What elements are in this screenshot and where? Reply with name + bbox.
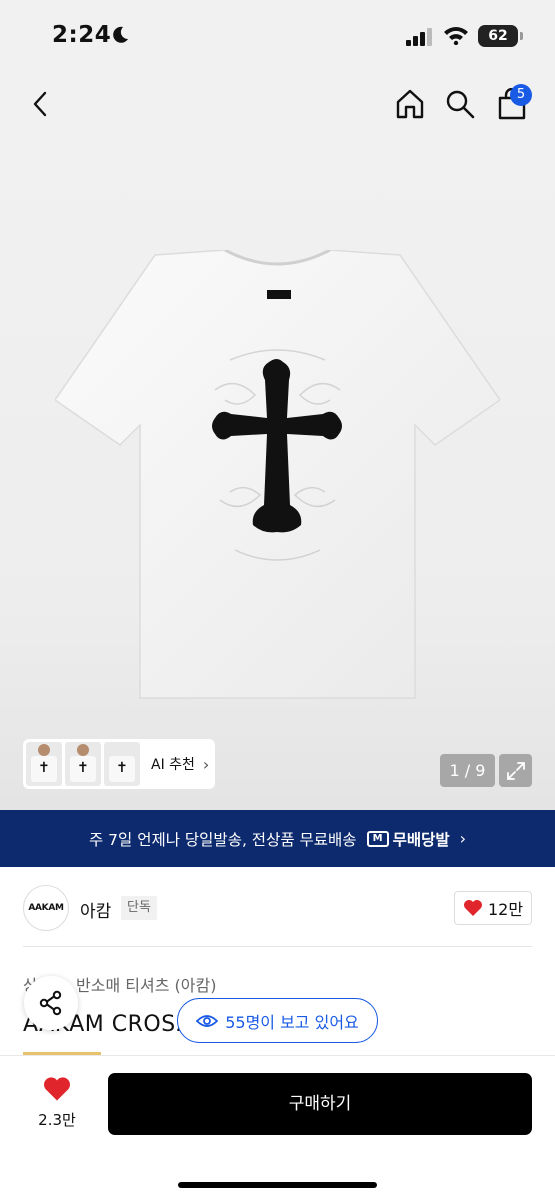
brand-like-count: 12만 <box>487 900 524 919</box>
back-button[interactable] <box>20 84 60 124</box>
moon-icon <box>113 26 128 43</box>
chevron-right-icon: › <box>202 754 210 774</box>
related-thumbnails[interactable]: ✝ ✝ ✝ AI 추천 › <box>23 739 215 789</box>
thumb-cross-icon: ✝ <box>77 760 89 776</box>
heart-icon <box>44 1077 70 1101</box>
shipping-banner[interactable]: 주 7일 언제나 당일발송, 전상품 무료배송 M 무배당발 › <box>0 810 555 867</box>
search-icon <box>446 90 475 119</box>
free-shipping-badge: M 무배당발 <box>366 828 450 850</box>
home-icon <box>396 89 424 119</box>
battery-indicator: 62 <box>478 25 518 47</box>
heart-icon <box>463 900 482 916</box>
home-button[interactable] <box>390 84 430 124</box>
buy-button[interactable]: 구매하기 <box>108 1073 532 1135</box>
ai-recommend-link[interactable]: AI 추천 › <box>151 754 209 774</box>
thumbnail-model-front[interactable]: ✝ <box>26 742 62 786</box>
brand-name[interactable]: 아캄 <box>80 897 111 922</box>
product-image-gallery[interactable]: ✝ ✝ ✝ AI 추천 › 1 / 9 <box>0 140 555 810</box>
wifi-icon <box>444 27 468 45</box>
viewers-count-pill: 55명이 보고 있어요 <box>177 998 378 1043</box>
divider <box>23 946 532 947</box>
chevron-right-icon: › <box>459 829 467 848</box>
shipping-banner-text: 주 7일 언제나 당일발송, 전상품 무료배송 <box>88 830 357 849</box>
home-indicator <box>178 1182 377 1188</box>
status-bar: 2:24 62 <box>0 0 555 70</box>
app-header: 5 <box>0 70 555 140</box>
thumb-model-head <box>77 744 89 756</box>
search-button[interactable] <box>440 84 480 124</box>
signal-icon <box>406 28 432 46</box>
expand-image-button[interactable] <box>499 754 532 787</box>
brand-row: AAKAM 아캄 단독 12만 <box>0 867 555 947</box>
exclusive-tag: 단독 <box>121 896 157 920</box>
thumb-model-head <box>38 744 50 756</box>
viewers-count-text: 55명이 보고 있어요 <box>225 1012 359 1032</box>
share-button[interactable] <box>24 976 78 1030</box>
wishlist-count: 2.3만 <box>38 1111 76 1129</box>
share-icon <box>39 990 62 1016</box>
thumbnail-shirt-flat[interactable]: ✝ <box>104 742 140 786</box>
brand-like-button[interactable]: 12만 <box>454 891 532 925</box>
back-icon <box>33 91 47 117</box>
cart-count-badge: 5 <box>510 84 532 106</box>
delivery-truck-icon: M <box>366 830 389 847</box>
status-time: 2:24 <box>52 22 112 48</box>
ai-recommend-label: AI 추천 <box>151 757 195 773</box>
free-shipping-badge-label: 무배당발 <box>392 830 450 849</box>
expand-icon <box>506 761 525 780</box>
image-page-indicator: 1 / 9 <box>440 754 495 787</box>
product-tshirt-image <box>55 250 500 699</box>
thumb-cross-icon: ✝ <box>116 760 128 776</box>
bottom-action-bar: 2.3만 구매하기 <box>0 1055 555 1200</box>
battery-tip <box>520 32 523 40</box>
brand-logo[interactable]: AAKAM <box>23 885 69 931</box>
wishlist-button[interactable]: 2.3만 <box>28 1076 86 1136</box>
thumbnail-model-alt[interactable]: ✝ <box>65 742 101 786</box>
eye-icon <box>196 1014 219 1027</box>
thumb-cross-icon: ✝ <box>38 760 50 776</box>
